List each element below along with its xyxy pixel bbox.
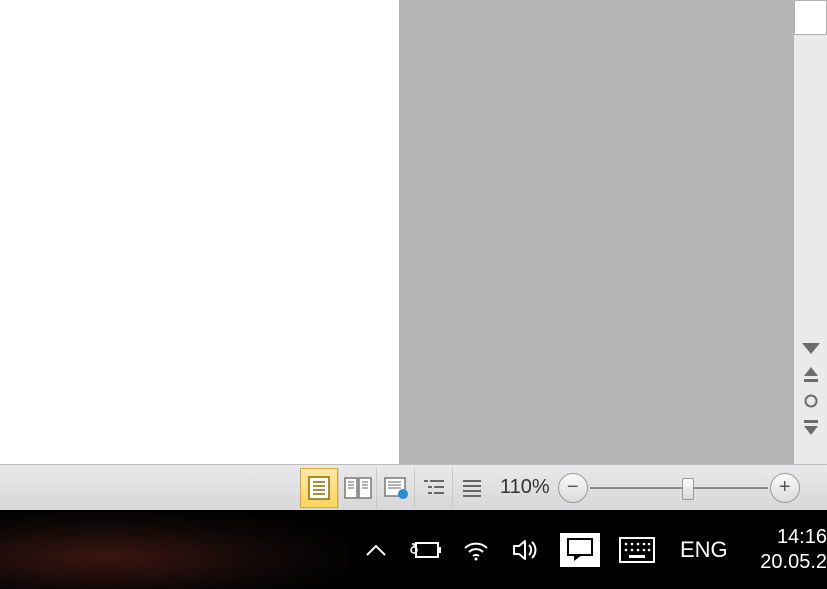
web-layout-view-button[interactable] [376,468,414,508]
wifi-icon[interactable] [460,534,492,566]
browse-down-icon[interactable] [794,336,827,362]
plus-icon: + [779,476,791,499]
touch-keyboard-icon[interactable] [618,534,656,566]
keyboard-icon [619,537,655,563]
windows-taskbar[interactable]: ENG 14:16 20.05.2 [0,510,827,589]
battery-icon [410,540,442,560]
zoom-out-button[interactable]: − [558,473,588,503]
action-center-icon[interactable] [560,533,600,567]
clock-time: 14:16 [760,525,827,550]
chevron-up-icon [365,543,387,557]
draft-view-button[interactable] [452,468,490,508]
zoom-level-label[interactable]: 110% [500,476,550,499]
power-battery-icon[interactable] [410,534,442,566]
wifi-signal-icon [462,539,490,561]
zoom-controls: − + [558,473,800,503]
previous-page-icon[interactable] [794,362,827,388]
system-tray: ENG [360,533,728,567]
select-browse-object-icon[interactable] [794,388,827,414]
input-language-indicator[interactable]: ENG [680,537,728,563]
reading-view-icon [344,477,372,499]
print-layout-view-button[interactable] [300,468,338,508]
zoom-slider[interactable] [590,473,768,503]
document-page[interactable] [0,0,399,464]
taskbar-running-apps[interactable] [0,510,350,589]
outline-view-button[interactable] [414,468,452,508]
print-layout-icon [308,476,330,500]
next-page-icon[interactable] [794,414,827,440]
web-layout-icon [384,477,408,499]
application-window: 110% − + [0,0,827,510]
browse-controls [794,336,827,440]
zoom-in-button[interactable]: + [770,473,800,503]
scrollbar-thumb[interactable] [794,0,827,35]
zoom-slider-thumb[interactable] [682,478,694,500]
show-hidden-icons-button[interactable] [360,534,392,566]
status-bar: 110% − + [0,464,827,510]
draft-icon [461,478,483,498]
notification-icon [560,533,600,567]
zoom-slider-track [590,487,768,489]
full-screen-reading-view-button[interactable] [338,468,376,508]
volume-icon[interactable] [510,534,542,566]
taskbar-clock[interactable]: 14:16 20.05.2 [760,525,827,575]
minus-icon: − [567,476,579,499]
speaker-icon [512,538,540,562]
clock-date: 20.05.2 [760,550,827,575]
document-canvas [0,0,794,464]
outline-icon [422,478,446,498]
view-buttons [300,468,490,508]
